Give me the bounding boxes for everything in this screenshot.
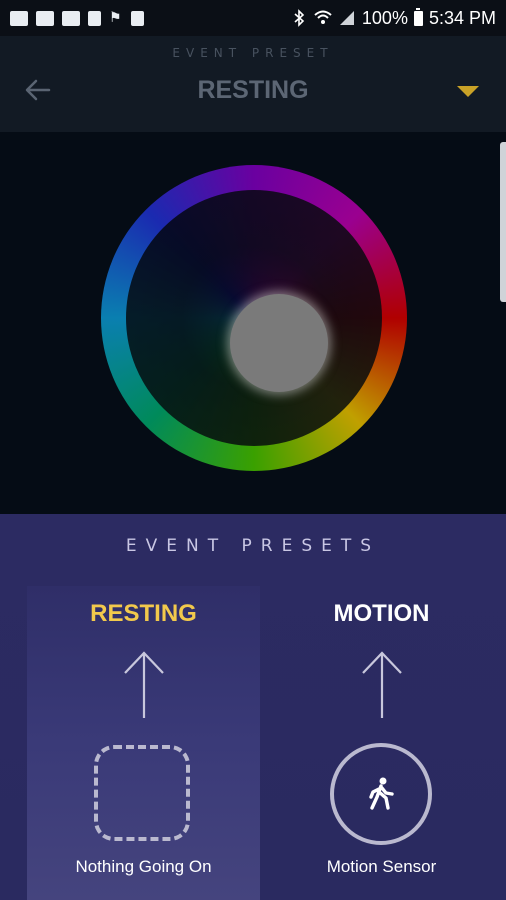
- bluetooth-icon: [290, 9, 308, 27]
- preset-name-motion: MOTION: [333, 600, 430, 627]
- wifi-icon: [314, 9, 332, 27]
- notification-icons: ⚑: [10, 9, 144, 26]
- color-selector-knob[interactable]: [230, 294, 328, 392]
- event-presets-title: EVENT PRESETS: [125, 536, 381, 556]
- preset-card-resting[interactable]: RESTING Nothing Going On: [27, 586, 260, 900]
- preset-dropdown-button[interactable]: [454, 82, 482, 102]
- battery-percent: 100%: [361, 7, 408, 28]
- header: EVENT PRESET RESTING: [0, 36, 506, 132]
- header-subtitle: EVENT PRESET: [172, 46, 334, 60]
- gmail-icon: [36, 10, 54, 26]
- gmail-icon: [10, 10, 28, 26]
- status-bar: ⚑ 100% 5:34 PM: [0, 0, 506, 36]
- clipboard-icon: [131, 10, 144, 26]
- preset-card-motion[interactable]: MOTION Motion Sensor: [265, 586, 498, 900]
- event-presets-section: EVENT PRESETS RESTING Nothing Going On M…: [0, 514, 506, 900]
- page-title: RESTING: [197, 76, 309, 104]
- arrow-up-icon: [123, 651, 164, 718]
- flag-icon: ⚑: [109, 9, 122, 26]
- walking-person-icon: [369, 777, 394, 810]
- screen: ⚑ 100% 5:34 PM EVENT PRESET RESTING EVEN…: [0, 0, 506, 900]
- scroll-handle[interactable]: [500, 142, 506, 302]
- dashed-square-icon: [94, 745, 190, 841]
- excel-icon: [88, 10, 101, 26]
- clock: 5:34 PM: [428, 7, 496, 28]
- arrow-up-icon: [361, 651, 402, 718]
- preset-name-resting: RESTING: [90, 600, 197, 627]
- image-icon: [62, 10, 80, 26]
- motion-sensor-circle: [330, 743, 432, 845]
- preset-label-resting: Nothing Going On: [75, 857, 212, 876]
- color-wheel[interactable]: [101, 165, 407, 471]
- color-wheel-inner: [126, 190, 382, 446]
- system-status: 100% 5:34 PM: [290, 7, 496, 29]
- preset-label-motion: Motion Sensor: [326, 857, 437, 876]
- battery-icon: [413, 7, 423, 26]
- color-picker-area: [0, 132, 506, 514]
- signal-icon: [338, 9, 356, 27]
- dropdown-triangle-icon: [457, 86, 479, 97]
